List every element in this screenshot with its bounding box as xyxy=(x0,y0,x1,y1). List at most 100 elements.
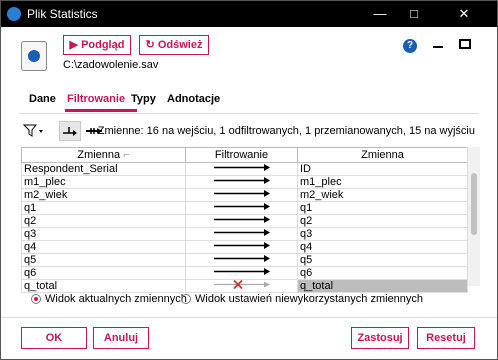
pass-arrow-icon xyxy=(213,255,270,262)
variables-summary: Zmienne: 16 na wejściu, 1 odfiltrowanych… xyxy=(97,125,475,137)
table-row[interactable]: q4 q4 xyxy=(21,240,468,254)
maximize-panel-icon[interactable] xyxy=(459,39,471,49)
radio-current-variables[interactable]: Widok aktualnych zmiennych xyxy=(31,293,187,305)
apply-button[interactable]: Zastosuj xyxy=(351,327,409,349)
table-row[interactable]: q6 q6 xyxy=(21,266,468,280)
pass-arrow-icon xyxy=(213,164,270,171)
filter-cell[interactable] xyxy=(185,279,298,293)
table-row[interactable]: q5 q5 xyxy=(21,253,468,267)
input-variable-cell[interactable]: q2 xyxy=(21,214,186,228)
minimize-icon: — xyxy=(373,6,387,21)
header-output-variable[interactable]: Zmienna xyxy=(297,147,468,163)
output-variable-cell[interactable]: q5 xyxy=(297,253,468,267)
radio-dot-selected xyxy=(31,294,41,305)
header-label: Zmienna xyxy=(77,149,121,161)
filter-cell[interactable] xyxy=(185,266,298,280)
preview-label: Podgląd xyxy=(81,39,125,51)
disk-icon xyxy=(28,50,40,62)
app-icon xyxy=(7,7,21,21)
header-input-variable[interactable]: Zmienna ⌐ xyxy=(21,147,186,163)
file-icon xyxy=(21,41,47,71)
close-icon: ✕ xyxy=(458,6,470,21)
pass-arrow-icon xyxy=(213,242,270,249)
minimize-button[interactable]: — xyxy=(363,1,397,27)
radio-label: Widok ustawień niewykorzystanych zmienny… xyxy=(195,293,424,306)
pass-arrow-icon xyxy=(213,229,270,236)
table-row[interactable]: q3 q3 xyxy=(21,227,468,241)
filter-cell[interactable] xyxy=(185,201,298,215)
window-title: Plik Statistics xyxy=(27,7,98,21)
refresh-label: Odśwież xyxy=(157,39,203,51)
maximize-button[interactable]: □ xyxy=(397,1,431,27)
output-variable-cell[interactable]: m1_plec xyxy=(297,175,468,189)
output-variable-cell[interactable]: ID xyxy=(297,162,468,176)
table-body: Respondent_Serial ID m1_plec m1_plec m2_wiek… xyxy=(21,162,468,293)
table-row[interactable]: q2 q2 xyxy=(21,214,468,228)
minimize-panel-icon[interactable] xyxy=(433,46,443,48)
filter-cell[interactable] xyxy=(185,253,298,267)
table-row[interactable]: q_total q_total xyxy=(21,279,468,293)
output-variable-cell[interactable]: q2 xyxy=(297,214,468,228)
filter-cell[interactable] xyxy=(185,240,298,254)
dialog-window: Plik Statistics — □ ✕ ▶ Podgląd ↻ Odświe… xyxy=(0,0,498,360)
input-variable-cell[interactable]: q1 xyxy=(21,201,186,215)
show-arrows-toggle[interactable] xyxy=(59,121,81,141)
refresh-icon: ↻ xyxy=(145,39,155,51)
input-variable-cell[interactable]: m1_plec xyxy=(21,175,186,189)
filter-cell[interactable] xyxy=(185,162,298,176)
cancel-button[interactable]: Anuluj xyxy=(93,327,149,349)
pass-arrow-icon xyxy=(213,268,270,275)
help-icon[interactable]: ? xyxy=(403,39,417,53)
input-variable-cell[interactable]: q3 xyxy=(21,227,186,241)
variables-table: Zmienna ⌐ Filtrowanie Zmienna Respondent… xyxy=(21,147,468,293)
tab-strip: Dane Filtrowanie Typy Adnotacje xyxy=(19,89,479,114)
input-variable-cell[interactable]: q6 xyxy=(21,266,186,280)
table-row[interactable]: m2_wiek m2_wiek xyxy=(21,188,468,202)
sort-icon: ⌐ xyxy=(123,149,130,161)
ok-button[interactable]: OK xyxy=(21,327,87,349)
scrollbar-thumb[interactable] xyxy=(471,173,477,235)
radio-unused-settings[interactable]: Widok ustawień niewykorzystanych zmienny… xyxy=(181,293,423,305)
radio-label: Widok aktualnych zmiennych xyxy=(45,293,187,306)
input-variable-cell[interactable]: q5 xyxy=(21,253,186,267)
preview-button[interactable]: ▶ Podgląd xyxy=(63,35,131,55)
pass-arrow-icon xyxy=(213,216,270,223)
table-row[interactable]: m1_plec m1_plec xyxy=(21,175,468,189)
filter-cell[interactable] xyxy=(185,214,298,228)
input-variable-cell[interactable]: q_total xyxy=(21,279,186,293)
header-filtering[interactable]: Filtrowanie xyxy=(185,147,298,163)
view-mode-group: Widok aktualnych zmiennych Widok ustawie… xyxy=(31,293,471,307)
pass-arrow-icon xyxy=(213,177,270,184)
maximize-icon: □ xyxy=(410,6,418,21)
pass-arrow-icon xyxy=(213,190,270,197)
tab-dane[interactable]: Dane xyxy=(29,93,56,105)
output-variable-cell[interactable]: q3 xyxy=(297,227,468,241)
table-scrollbar[interactable] xyxy=(467,147,480,286)
pass-arrow-icon xyxy=(213,203,270,210)
play-icon: ▶ xyxy=(69,39,78,51)
tab-filtrowanie[interactable]: Filtrowanie xyxy=(67,93,125,105)
radio-dot xyxy=(181,294,191,305)
reset-button[interactable]: Resetuj xyxy=(417,327,475,349)
filter-cell[interactable] xyxy=(185,227,298,241)
output-variable-cell[interactable]: q6 xyxy=(297,266,468,280)
output-variable-cell[interactable]: q1 xyxy=(297,201,468,215)
table-row[interactable]: Respondent_Serial ID xyxy=(21,162,468,176)
filter-icon[interactable] xyxy=(21,121,47,141)
output-variable-cell[interactable]: m2_wiek xyxy=(297,188,468,202)
filter-cell[interactable] xyxy=(185,188,298,202)
filter-cell[interactable] xyxy=(185,175,298,189)
output-variable-cell[interactable]: q_total xyxy=(297,279,468,293)
footer-divider xyxy=(1,317,497,318)
file-path: C:\zadowolenie.sav xyxy=(63,59,159,71)
input-variable-cell[interactable]: q4 xyxy=(21,240,186,254)
input-variable-cell[interactable]: m2_wiek xyxy=(21,188,186,202)
close-button[interactable]: ✕ xyxy=(431,1,497,27)
table-header-row: Zmienna ⌐ Filtrowanie Zmienna xyxy=(21,147,468,163)
tab-typy[interactable]: Typy xyxy=(131,93,156,105)
input-variable-cell[interactable]: Respondent_Serial xyxy=(21,162,186,176)
output-variable-cell[interactable]: q4 xyxy=(297,240,468,254)
refresh-button[interactable]: ↻ Odśwież xyxy=(139,35,209,55)
table-row[interactable]: q1 q1 xyxy=(21,201,468,215)
tab-adnotacje[interactable]: Adnotacje xyxy=(167,93,220,105)
